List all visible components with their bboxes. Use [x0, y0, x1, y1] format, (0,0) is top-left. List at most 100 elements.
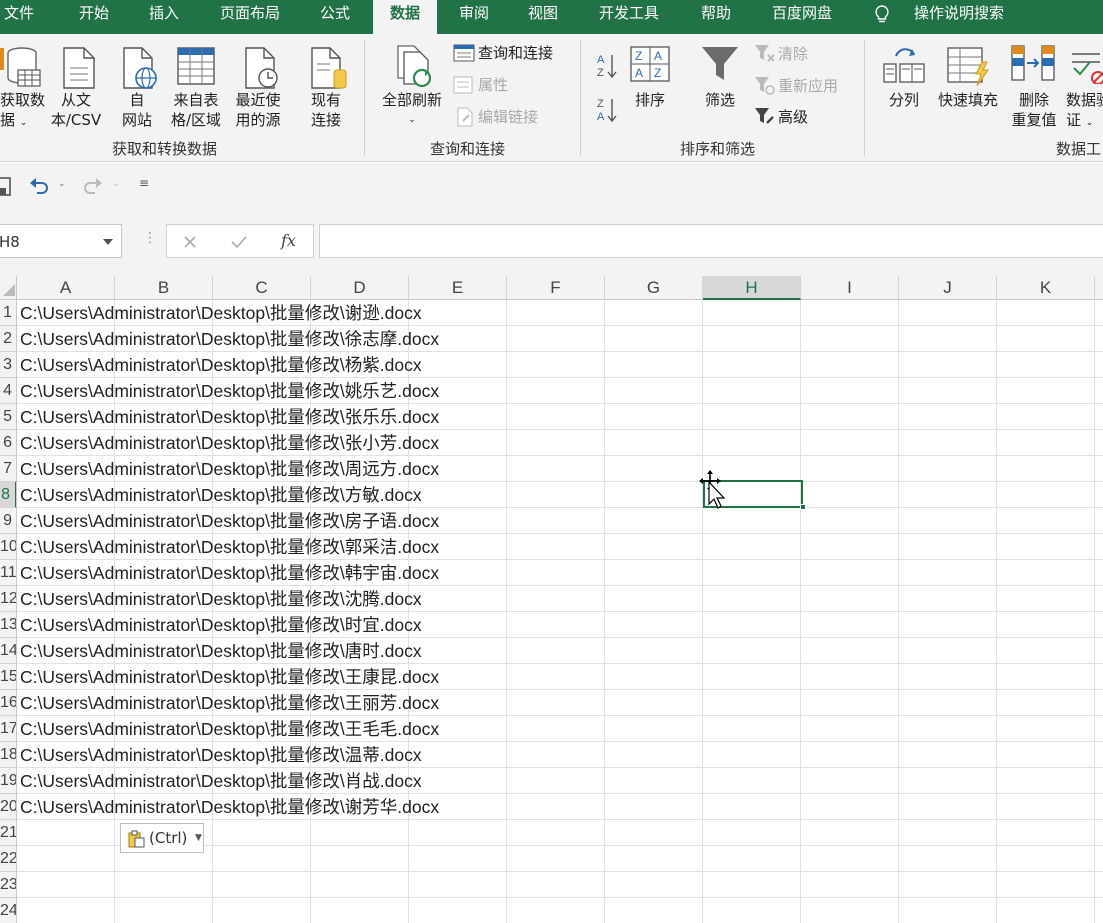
advanced-filter-button[interactable]: 高级 — [778, 107, 808, 127]
from-web-button[interactable]: 自 网站 — [114, 90, 160, 130]
tab-data[interactable]: 数据 — [373, 0, 437, 34]
column-header-k[interactable]: K — [997, 276, 1095, 300]
filter-button[interactable]: 筛选 — [698, 90, 742, 110]
from-table-range-button[interactable]: 来自表 格/区域 — [166, 90, 226, 130]
row-header-3[interactable]: 3 — [0, 352, 16, 378]
row-header-14[interactable]: 14 — [0, 638, 16, 664]
column-header-d[interactable]: D — [311, 276, 409, 300]
column-header-a[interactable]: A — [17, 276, 115, 300]
cell-a18[interactable]: C:\Users\Administrator\Desktop\批量修改\温蒂.d… — [20, 742, 422, 768]
recent-sources-button[interactable]: 最近使 用的源 — [228, 90, 288, 130]
edit-links-button[interactable]: 编辑链接 — [478, 107, 538, 127]
row-header-4[interactable]: 4 — [0, 378, 16, 404]
undo-icon[interactable] — [28, 175, 50, 197]
cell-a11[interactable]: C:\Users\Administrator\Desktop\批量修改\韩宇宙.… — [20, 560, 439, 586]
row-header-10[interactable]: 10 — [0, 534, 16, 560]
row-header-12[interactable]: 12 — [0, 586, 16, 612]
remove-duplicates-button[interactable]: 删除 重复值 — [1006, 90, 1062, 130]
name-box-dropdown-icon[interactable] — [102, 238, 114, 246]
cell-a16[interactable]: C:\Users\Administrator\Desktop\批量修改\王丽芳.… — [20, 690, 439, 716]
refresh-all-button[interactable]: 全部刷新 ⌄ — [376, 90, 448, 130]
select-all-corner[interactable] — [0, 276, 17, 300]
queries-connections-button[interactable]: 查询和连接 — [478, 43, 553, 63]
tell-me-search[interactable]: 操作说明搜索 — [904, 0, 1014, 34]
row-header-21[interactable]: 21 — [0, 820, 16, 846]
from-text-csv-button[interactable]: 从文 本/CSV — [46, 90, 106, 130]
row-header-20[interactable]: 20 — [0, 794, 16, 820]
row-header-17[interactable]: 17 — [0, 716, 16, 742]
worksheet-grid[interactable]: C:\Users\Administrator\Desktop\批量修改\谢逊.d… — [17, 300, 1103, 923]
existing-connections-button[interactable]: 现有 连接 — [302, 90, 350, 130]
cell-a14[interactable]: C:\Users\Administrator\Desktop\批量修改\唐时.d… — [20, 638, 422, 664]
tab-baidu-netdisk[interactable]: 百度网盘 — [758, 0, 846, 34]
cell-a6[interactable]: C:\Users\Administrator\Desktop\批量修改\张小芳.… — [20, 430, 439, 456]
column-header-b[interactable]: B — [115, 276, 213, 300]
tab-view[interactable]: 视图 — [513, 0, 573, 34]
row-header-2[interactable]: 2 — [0, 326, 16, 352]
properties-button[interactable]: 属性 — [478, 75, 508, 95]
row-header-16[interactable]: 16 — [0, 690, 16, 716]
column-header-c[interactable]: C — [213, 276, 311, 300]
save-icon[interactable] — [0, 175, 12, 197]
data-validation-button[interactable]: 数据验 证 ⌄ — [1066, 90, 1103, 133]
row-header-19[interactable]: 19 — [0, 768, 16, 794]
row-header-1[interactable]: 1 — [0, 300, 16, 326]
tab-developer[interactable]: 开发工具 — [586, 0, 672, 34]
row-header-6[interactable]: 6 — [0, 430, 16, 456]
tab-home[interactable]: 开始 — [64, 0, 124, 34]
column-header-j[interactable]: J — [899, 276, 997, 300]
undo-dropdown-icon[interactable]: ⌄ — [58, 179, 66, 189]
tab-review[interactable]: 审阅 — [444, 0, 504, 34]
formula-input[interactable] — [319, 224, 1103, 258]
row-header-5[interactable]: 5 — [0, 404, 16, 430]
cell-a20[interactable]: C:\Users\Administrator\Desktop\批量修改\谢芳华.… — [20, 794, 439, 820]
reapply-button[interactable]: 重新应用 — [778, 76, 838, 96]
redo-icon[interactable] — [82, 175, 104, 197]
cell-a9[interactable]: C:\Users\Administrator\Desktop\批量修改\房子语.… — [20, 508, 439, 534]
row-header-7[interactable]: 7 — [0, 456, 16, 482]
cell-a7[interactable]: C:\Users\Administrator\Desktop\批量修改\周远方.… — [20, 456, 439, 482]
cell-a1[interactable]: C:\Users\Administrator\Desktop\批量修改\谢逊.d… — [20, 300, 422, 326]
cell-a8[interactable]: C:\Users\Administrator\Desktop\批量修改\方敏.d… — [20, 482, 422, 508]
flash-fill-button[interactable]: 快速填充 — [932, 90, 1004, 110]
column-header-i[interactable]: I — [801, 276, 899, 300]
tab-file[interactable]: 文件 — [0, 0, 38, 34]
cell-a12[interactable]: C:\Users\Administrator\Desktop\批量修改\沈腾.d… — [20, 586, 422, 612]
row-header-24[interactable]: 24 — [0, 898, 16, 923]
paste-options-button[interactable]: (Ctrl) ▼ — [120, 823, 204, 853]
column-header-f[interactable]: F — [507, 276, 605, 300]
cell-a10[interactable]: C:\Users\Administrator\Desktop\批量修改\郭采洁.… — [20, 534, 439, 560]
row-header-23[interactable]: 23 — [0, 872, 16, 898]
sort-button[interactable]: 排序 — [628, 90, 672, 110]
column-header-h[interactable]: H — [703, 276, 801, 300]
row-header-22[interactable]: 22 — [0, 846, 16, 872]
tab-insert[interactable]: 插入 — [134, 0, 194, 34]
tab-formulas[interactable]: 公式 — [304, 0, 366, 34]
cancel-icon[interactable] — [183, 235, 197, 249]
row-header-13[interactable]: 13 — [0, 612, 16, 638]
row-header-11[interactable]: 11 — [0, 560, 16, 586]
column-header-e[interactable]: E — [409, 276, 507, 300]
row-header-8[interactable]: 8 — [0, 482, 16, 508]
cell-a19[interactable]: C:\Users\Administrator\Desktop\批量修改\肖战.d… — [20, 768, 422, 794]
get-data-label[interactable]: 获取数 据 ⌄ — [0, 90, 45, 133]
cell-a5[interactable]: C:\Users\Administrator\Desktop\批量修改\张乐乐.… — [20, 404, 439, 430]
cell-a15[interactable]: C:\Users\Administrator\Desktop\批量修改\王康昆.… — [20, 664, 439, 690]
row-header-15[interactable]: 15 — [0, 664, 16, 690]
cell-a13[interactable]: C:\Users\Administrator\Desktop\批量修改\时宜.d… — [20, 612, 422, 638]
cell-a17[interactable]: C:\Users\Administrator\Desktop\批量修改\王毛毛.… — [20, 716, 439, 742]
fill-handle[interactable] — [800, 504, 806, 510]
redo-dropdown-icon[interactable]: ⌄ — [112, 179, 120, 189]
row-header-9[interactable]: 9 — [0, 508, 16, 534]
cell-a2[interactable]: C:\Users\Administrator\Desktop\批量修改\徐志摩.… — [20, 326, 439, 352]
column-header-g[interactable]: G — [605, 276, 703, 300]
insert-function-button[interactable]: fx — [281, 231, 296, 250]
cell-a3[interactable]: C:\Users\Administrator\Desktop\批量修改\杨紫.d… — [20, 352, 422, 378]
tab-help[interactable]: 帮助 — [686, 0, 746, 34]
customize-qat-icon[interactable]: ≡ — [139, 176, 149, 190]
text-to-columns-button[interactable]: 分列 — [882, 90, 926, 110]
enter-check-icon[interactable] — [231, 235, 247, 249]
clear-filter-button[interactable]: 清除 — [778, 44, 808, 64]
tab-page-layout[interactable]: 页面布局 — [206, 0, 294, 34]
cell-a4[interactable]: C:\Users\Administrator\Desktop\批量修改\姚乐艺.… — [20, 378, 439, 404]
